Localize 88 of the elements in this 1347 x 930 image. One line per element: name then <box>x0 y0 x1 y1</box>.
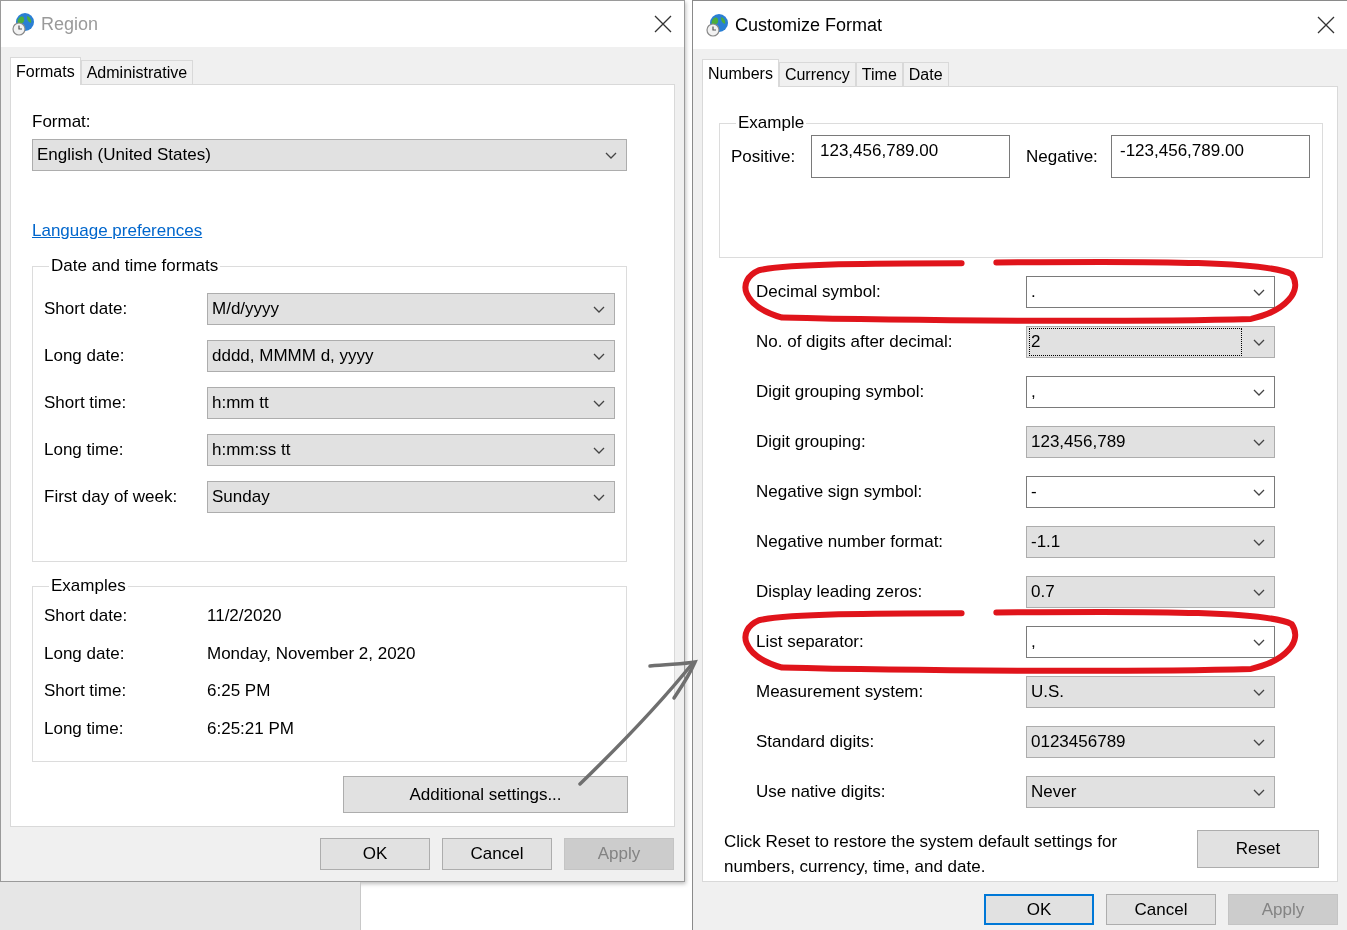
chevron-down-icon <box>1253 488 1265 496</box>
field-label: Negative: <box>1026 146 1099 167</box>
window-title: Region <box>41 13 99 35</box>
field-label: Display leading zeros: <box>756 582 924 602</box>
chevron-down-icon <box>1253 288 1265 296</box>
dropdown[interactable]: 2 <box>1026 326 1275 358</box>
dropdown[interactable]: h:mm tt <box>207 387 615 419</box>
field-label: Short time: <box>44 681 128 701</box>
chevron-down-icon <box>1253 388 1265 396</box>
dropdown[interactable]: English (United States) <box>32 139 627 171</box>
chevron-down-icon <box>1253 688 1265 696</box>
field-label: Long date: <box>44 346 126 366</box>
chevron-down-icon <box>1253 438 1265 446</box>
field-label: Use native digits: <box>756 782 887 802</box>
field-label: First day of week: <box>44 487 179 507</box>
example-field: -123,456,789.00 <box>1111 135 1310 178</box>
field-label: Long date: <box>44 643 126 664</box>
close-button[interactable] <box>654 15 672 33</box>
group-title: Examples <box>50 576 127 596</box>
dropdown[interactable]: U.S. <box>1026 676 1275 708</box>
dropdown[interactable]: 0.7 <box>1026 576 1275 608</box>
field-label: Negative sign symbol: <box>756 482 924 502</box>
field-label: Digit grouping: <box>756 432 867 452</box>
chevron-down-icon <box>593 399 605 407</box>
language-preferences-link[interactable]: Language preferences <box>32 220 203 242</box>
chevron-down-icon <box>593 305 605 313</box>
dropdown[interactable]: - <box>1026 476 1275 508</box>
tab[interactable]: Formats <box>10 57 81 85</box>
chevron-down-icon <box>1253 788 1265 796</box>
field-label: Format: <box>32 111 92 133</box>
example-value: 11/2/2020 <box>207 606 282 626</box>
field-label: Negative number format: <box>756 532 945 552</box>
group-title: Example <box>737 113 806 133</box>
dropdown[interactable]: , <box>1026 626 1275 658</box>
group-title: Date and time formats <box>50 256 220 276</box>
chevron-down-icon <box>1253 538 1265 546</box>
field-label: Short date: <box>44 606 129 626</box>
dialog-button[interactable]: Cancel <box>442 838 552 870</box>
close-icon <box>1317 16 1335 34</box>
dialog-button[interactable]: OK <box>984 894 1094 925</box>
dropdown[interactable]: -1.1 <box>1026 526 1275 558</box>
chevron-down-icon <box>1253 588 1265 596</box>
reset-button[interactable]: Reset <box>1197 830 1319 868</box>
additional-settings-button[interactable]: Additional settings... <box>343 776 628 813</box>
dropdown[interactable]: dddd, MMMM d, yyyy <box>207 340 615 372</box>
dropdown[interactable]: . <box>1026 276 1275 308</box>
chevron-down-icon <box>1253 738 1265 746</box>
dropdown[interactable]: h:mm:ss tt <box>207 434 615 466</box>
field-label: Positive: <box>731 146 797 167</box>
field-label: No. of digits after decimal: <box>756 332 954 352</box>
field-label: Digit grouping symbol: <box>756 382 926 402</box>
field-label: Standard digits: <box>756 732 876 752</box>
dropdown[interactable]: Sunday <box>207 481 615 513</box>
tab[interactable]: Date <box>902 62 949 86</box>
dialog-button[interactable]: OK <box>320 838 430 870</box>
example-value: 6:25 PM <box>207 681 271 701</box>
field-label: Measurement system: <box>756 682 925 702</box>
tab[interactable]: Currency <box>778 62 856 86</box>
dropdown[interactable]: , <box>1026 376 1275 408</box>
dropdown[interactable]: 0123456789 <box>1026 726 1275 758</box>
field-label: Decimal symbol: <box>756 282 882 302</box>
dialog-button[interactable]: Cancel <box>1106 894 1216 925</box>
tab[interactable]: Time <box>855 62 903 86</box>
globe-clock-icon <box>705 13 729 37</box>
example-value: Monday, November 2, 2020 <box>207 643 416 664</box>
chevron-down-icon <box>1253 338 1265 346</box>
chevron-down-icon <box>605 151 617 159</box>
field-label: Long time: <box>44 440 125 460</box>
example-value: 6:25:21 PM <box>207 718 294 739</box>
dropdown[interactable]: Never <box>1026 776 1275 808</box>
reset-description: Click Reset to restore the system default settings for numbers, currency, time, and date. <box>724 831 1119 878</box>
field-label: List separator: <box>756 632 865 652</box>
dropdown[interactable]: 123,456,789 <box>1026 426 1275 458</box>
chevron-down-icon <box>593 493 605 501</box>
chevron-down-icon <box>1253 638 1265 646</box>
tab[interactable]: Numbers <box>702 59 779 87</box>
window-title: Customize Format <box>735 14 883 36</box>
field-label: Short time: <box>44 393 128 413</box>
field-label: Long time: <box>44 718 125 739</box>
dropdown[interactable]: M/d/yyyy <box>207 293 615 325</box>
close-button[interactable] <box>1317 16 1335 34</box>
tab[interactable]: Administrative <box>80 60 194 84</box>
close-icon <box>654 15 672 33</box>
field-label: Short date: <box>44 299 129 319</box>
chevron-down-icon <box>593 446 605 454</box>
globe-clock-icon <box>11 12 35 36</box>
example-field: 123,456,789.00 <box>811 135 1010 178</box>
chevron-down-icon <box>593 352 605 360</box>
